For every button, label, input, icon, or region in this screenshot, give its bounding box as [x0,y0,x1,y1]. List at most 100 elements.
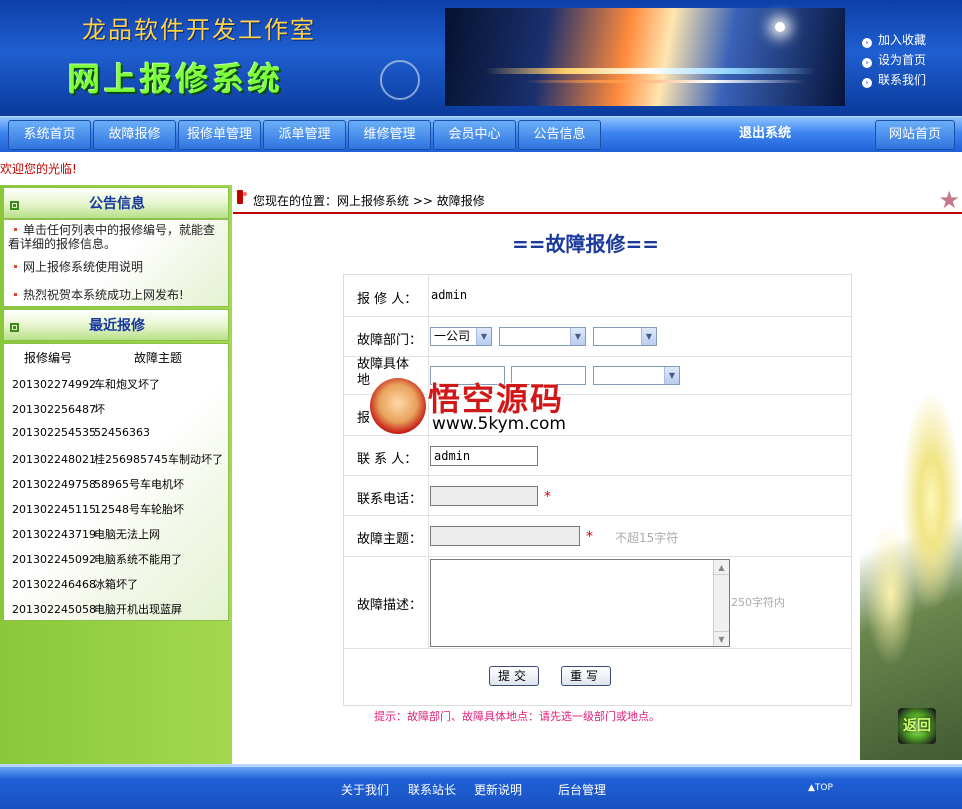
required-mark: * [586,529,593,545]
recent-row[interactable]: 201302243719电脑无法上网 [12,526,160,542]
footer-admin-link[interactable]: 后台管理 [558,781,606,798]
reporter-label: 报 修 人： [357,292,418,307]
breadcrumb-text: 您现在的位置：网上报修系统 >> 故障报修 [253,194,485,208]
recent-row[interactable]: 201302256487坏 [12,401,105,417]
phone-label: 联系电话： [357,492,423,507]
decorative-circle [380,60,420,100]
recent-row[interactable]: 201302248021桂256985745车制动坏了 [12,451,223,467]
logout-link[interactable]: 退出系统 [700,117,830,151]
circle-arrow-icon: › [862,78,872,88]
recent-row[interactable]: 201302246468冰箱坏了 [12,576,138,592]
header-banner-image [445,8,845,106]
footer-about-link[interactable]: 关于我们 [341,781,389,798]
contact-us-link[interactable]: › 联系我们 [862,70,926,90]
department-select-2[interactable]: ▼ [499,327,586,346]
subject-input[interactable] [430,526,580,546]
form-row-description: 故障描述： ▲ ▼ 250字符内 [344,557,851,649]
back-to-top-link[interactable]: ▲TOP [808,783,833,793]
notice-item[interactable]: 网上报修系统使用说明 [8,260,143,274]
chevron-down-icon: ▼ [570,328,585,345]
reporter-value: admin [431,288,468,302]
nav-announcements[interactable]: 公告信息 [518,120,601,150]
form-tip: 提示：故障部门、故障具体地点：请先选一级部门或地点。 [374,710,660,723]
report-label: 报 [357,411,371,426]
scrollbar[interactable]: ▲ ▼ [713,560,729,646]
bullet-icon [14,228,17,231]
contact-label: 联 系 人： [357,452,418,467]
studio-name: 龙品软件开发工作室 [82,16,316,44]
notice-panel-title: 公告信息 [89,196,145,212]
notice-panel-header: 公告信息 [3,187,229,219]
main-nav: 系统首页 故障报修 报修单管理 派单管理 维修管理 会员中心 公告信息 退出系统… [0,116,962,152]
sidebar: 公告信息 单击任何列表中的报修编号，就能查看详细的报修信息。 网上报修系统使用说… [0,185,232,765]
chevron-down-icon: ▼ [641,328,656,345]
chevron-down-icon: ▼ [476,328,491,345]
description-label: 故障描述： [357,598,423,613]
column-header-code: 报修编号 [24,351,73,365]
circle-arrow-icon: › [862,38,872,48]
recent-list: 报修编号 故障主题 201302274992车和炮叉坏了 20130225648… [3,343,229,621]
orchid-decoration [860,390,962,760]
subject-label: 故障主题： [357,532,423,547]
department-label: 故障部门： [357,333,423,348]
footer-contact-link[interactable]: 联系站长 [408,781,456,798]
notice-list: 单击任何列表中的报修编号，就能查看详细的报修信息。 网上报修系统使用说明 热烈祝… [3,219,229,307]
recent-row[interactable]: 201302245092电脑系统不能用了 [12,551,182,567]
breadcrumb: 您现在的位置：网上报修系统 >> 故障报修 ★ [233,186,962,214]
circle-arrow-icon: › [862,58,872,68]
recent-row[interactable]: 20130224511512548号车轮胎坏 [12,501,184,517]
nav-repair-management[interactable]: 维修管理 [348,120,431,150]
location-select-3[interactable]: ▼ [593,366,680,385]
chevron-down-icon: ▼ [664,367,679,384]
scroll-up-icon[interactable]: ▲ [714,560,729,575]
page-title: ==故障报修== [512,232,660,256]
bullet-icon [14,293,17,296]
recent-panel-title: 最近报修 [89,318,145,334]
up-arrow-icon: ▲ [808,783,815,793]
reset-button[interactable]: 重写 [561,666,611,686]
department-select-1[interactable]: 一公司 ▼ [430,327,492,346]
column-header-subject: 故障主题 [134,351,183,365]
recent-row[interactable]: 201302245058电脑开机出现蓝屏 [12,601,182,617]
site-header: 龙品软件开发工作室 网上报修系统 › 加入收藏 › 设为首页 › 联系我们 [0,0,962,116]
nav-site-home[interactable]: 网站首页 [875,120,955,150]
nav-fault-report[interactable]: 故障报修 [93,120,176,150]
location-flag-icon [237,190,247,204]
system-logo-title: 网上报修系统 [68,60,285,98]
nav-member-center[interactable]: 会员中心 [433,120,516,150]
contact-input[interactable]: admin [430,446,538,466]
scroll-down-icon[interactable]: ▼ [714,631,729,646]
add-favorite-link[interactable]: › 加入收藏 [862,30,926,50]
nav-dispatch-management[interactable]: 派单管理 [263,120,346,150]
recent-row[interactable]: 20130225453552456363 [12,426,150,439]
watermark: 悟空源码 www.5kym.com [370,372,596,442]
submit-button[interactable]: 提交 [489,666,539,686]
nav-system-home[interactable]: 系统首页 [8,120,91,150]
footer-changelog-link[interactable]: 更新说明 [474,781,522,798]
watermark-url: www.5kym.com [432,414,566,434]
notice-item[interactable]: 热烈祝贺本系统成功上网发布! [8,288,184,302]
description-textarea[interactable]: ▲ ▼ [430,559,730,647]
site-footer: 关于我们 联系站长 更新说明 后台管理 ▲TOP [0,764,962,809]
phone-input[interactable] [430,486,538,506]
recent-row[interactable]: 201302274992车和炮叉坏了 [12,376,160,392]
form-row-reporter: 报 修 人： admin [344,275,851,317]
monkey-logo-icon [370,378,426,434]
form-row-phone: 联系电话： * [344,476,851,516]
form-row-department: 故障部门： 一公司 ▼ ▼ ▼ [344,317,851,357]
star-icon: ★ [938,186,960,214]
header-links: › 加入收藏 › 设为首页 › 联系我们 [862,30,926,90]
fault-report-form: 报 修 人： admin 故障部门： 一公司 ▼ ▼ ▼ 故障具体地 ▼ 报 联 … [343,274,852,706]
subject-hint: 不超15字符 [615,531,679,545]
set-homepage-link[interactable]: › 设为首页 [862,50,926,70]
department-select-3[interactable]: ▼ [593,327,657,346]
form-row-contact: 联 系 人： admin [344,436,851,476]
nav-order-management[interactable]: 报修单管理 [178,120,261,150]
description-hint: 250字符内 [731,596,785,609]
recent-row[interactable]: 20130224975858965号车电机坏 [12,476,184,492]
back-button[interactable]: 返回 [898,708,936,744]
required-mark: * [544,489,551,505]
welcome-text: 欢迎您的光临! [0,162,77,176]
notice-item[interactable]: 单击任何列表中的报修编号，就能查看详细的报修信息。 [8,223,222,251]
form-row-subject: 故障主题： * 不超15字符 [344,516,851,557]
